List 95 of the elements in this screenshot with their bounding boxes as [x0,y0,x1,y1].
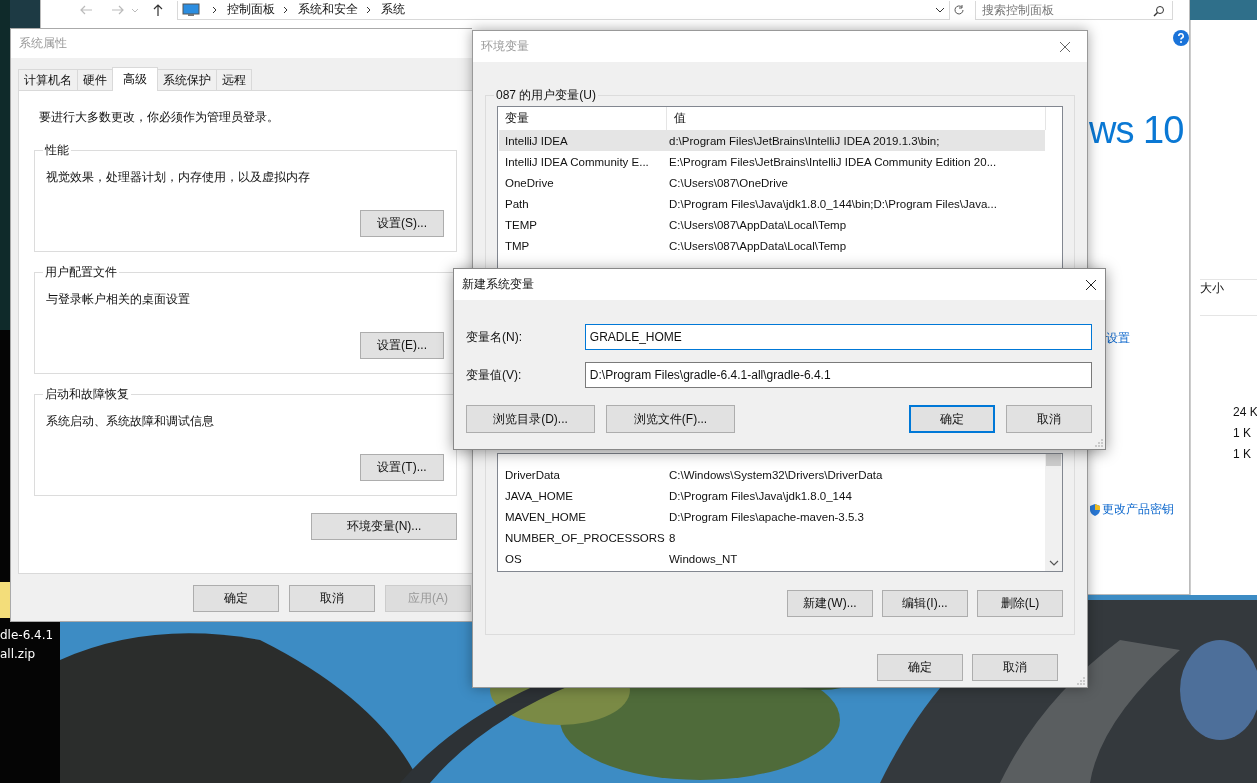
scrollbar[interactable] [1045,454,1062,571]
variable-name: TMP [504,239,531,252]
window-title: 新建系统变量 [462,276,534,293]
group-description: 与登录帐户相关的桌面设置 [46,291,191,308]
notice-text: 要进行大多数更改，你必须作为管理员登录。 [39,109,280,126]
up-icon[interactable] [151,3,165,17]
input-field[interactable]: GRADLE_HOME [584,324,1092,350]
variable-name: JAVA_HOME [504,489,574,502]
help-icon[interactable] [1173,30,1189,46]
column-header[interactable]: 大小 [1200,279,1257,316]
breadcrumb-item[interactable]: 系统 [381,1,405,18]
breadcrumb-item[interactable]: 系统和安全 [298,1,358,18]
chevron-icon[interactable] [283,5,289,14]
settings-button[interactable]: 设置(T)... [360,454,444,481]
search-icon[interactable] [1153,4,1165,17]
file-label[interactable]: dle-6.4.1 all.zip [0,626,54,664]
breadcrumb-item[interactable]: 控制面板 [227,1,275,18]
variable-name: MAVEN_HOME [504,510,587,523]
variable-row[interactable]: JAVA_HOME D:\Program Files\Java\jdk1.8.0_144 [499,485,1045,506]
window-title: 系统属性 [19,35,67,52]
variable-name: IntelliJ IDEA Community E... [504,155,650,168]
list-action-button[interactable]: 删除(L) [977,590,1063,617]
browse-button[interactable]: 浏览文件(F)... [606,405,735,433]
variable-row[interactable]: OneDrive C:\Users\087\OneDrive [499,172,1045,193]
search-field[interactable]: 搜索控制面板 [975,0,1173,20]
dialog-button[interactable]: 确定 [877,654,963,681]
variable-name: DriverData [504,468,561,481]
variable-value: D:\Program Files\Java\jdk1.8.0_144 [668,489,852,502]
dialog-button[interactable]: 取消 [289,585,375,612]
settings-button[interactable]: 设置(S)... [360,210,444,237]
window-title: 环境变量 [481,38,529,55]
variable-value: 8 [668,531,676,544]
file-size: 1 K [1233,446,1252,463]
logo-text: ws 10 [1089,108,1185,152]
dropdown-icon[interactable] [935,5,945,14]
dialog-button[interactable]: 确定 [193,585,279,612]
variable-name: OneDrive [504,176,555,189]
variable-row[interactable]: IntelliJ IDEA d:\Program Files\JetBrains\IntelliJ IDEA 2019.1.3\bin; [499,130,1045,151]
group-title: 用户配置文件 [44,264,118,281]
variable-value: d:\Program Files\JetBrains\IntelliJ IDEA 2019.1.3\bin; [668,134,940,147]
variable-value: E:\Program Files\JetBrains\IntelliJ IDEA Community Edition 20... [668,155,997,168]
close-icon[interactable] [1085,278,1097,291]
group-title: 性能 [44,142,70,159]
computer-icon [182,2,200,17]
settings-button[interactable]: 设置(E)... [360,332,444,359]
list-action-button[interactable]: 编辑(I)... [882,590,968,617]
variable-name: NUMBER_OF_PROCESSORS [504,531,666,544]
tab[interactable]: 远程 [216,69,252,90]
group-title: 启动和故障恢复 [44,386,130,403]
variable-row[interactable]: OS Windows_NT [499,548,1045,569]
variable-row[interactable]: DriverData C:\Windows\System32\Drivers\DriverData [499,464,1045,485]
refresh-icon[interactable] [953,4,965,16]
variable-row[interactable]: TEMP C:\Users\087\AppData\Local\Temp [499,214,1045,235]
environment-variables-button[interactable]: 环境变量(N)... [311,513,457,540]
field-label: 变量值(V): [466,366,523,384]
file-size: 24 K [1233,404,1257,421]
variable-row[interactable]: TMP C:\Users\087\AppData\Local\Temp [499,235,1045,256]
chevron-icon[interactable] [212,5,218,14]
group-title: 087 的用户变量(U) [495,87,597,104]
scrollbar-thumb[interactable] [1046,454,1061,466]
cancel-button[interactable]: 取消 [1006,405,1092,433]
shield-icon [1090,503,1100,516]
field-label: 变量名(N): [466,328,523,346]
variable-row[interactable]: IntelliJ IDEA Community E... E:\Program Files\JetBrains\IntelliJ IDEA Community Edition 20... [499,151,1045,172]
variable-row[interactable]: NUMBER_OF_PROCESSORS 8 [499,527,1045,548]
dialog-button[interactable]: 取消 [972,654,1058,681]
variable-row[interactable]: Path D:\Program Files\Java\jdk1.8.0_144\bin;D:\Program Files\Java... [499,193,1045,214]
variable-value: C:\Users\087\OneDrive [668,176,788,189]
ok-button[interactable]: 确定 [909,405,995,433]
resize-grip-icon[interactable] [1077,677,1085,685]
scroll-down-icon[interactable] [1048,560,1059,566]
variable-name: OS [504,552,523,565]
variable-value: D:\Program Files\apache-maven-3.5.3 [668,510,864,523]
product-key-link[interactable]: 更改产品密钥 [1102,501,1174,518]
variable-name: IntelliJ IDEA [504,134,569,147]
list-action-button[interactable]: 新建(W)... [787,590,873,617]
variable-value: C:\Users\087\AppData\Local\Temp [668,218,847,231]
variable-value: Windows_NT [668,552,738,565]
variable-name: TEMP [504,218,538,231]
settings-link[interactable]: 设置 [1106,330,1191,347]
chevron-icon[interactable] [366,5,372,14]
browse-button[interactable]: 浏览目录(D)... [466,405,595,433]
variable-value: C:\Users\087\AppData\Local\Temp [668,239,847,252]
file-size: 1 K [1233,425,1252,442]
variable-name: Path [504,197,530,210]
tab[interactable]: 高级 [112,67,158,91]
address-bar[interactable]: 控制面板 系统和安全 系统 [177,0,950,20]
variable-value: D:\Program Files\Java\jdk1.8.0_144\bin;D:\Program Files\Java... [668,197,997,210]
variable-value: C:\Windows\System32\Drivers\DriverData [668,468,883,481]
variable-row[interactable]: MAVEN_HOME D:\Program Files\apache-maven-3.5.3 [499,506,1045,527]
resize-grip-icon[interactable] [1095,439,1103,447]
group-description: 系统启动、系统故障和调试信息 [46,413,215,430]
tab[interactable]: 计算机名 [18,69,78,90]
group-description: 视觉效果，处理器计划，内存使用，以及虚拟内存 [46,169,311,186]
input-field[interactable]: D:\Program Files\gradle-6.4.1-all\gradle-6.4.1 [584,362,1092,388]
